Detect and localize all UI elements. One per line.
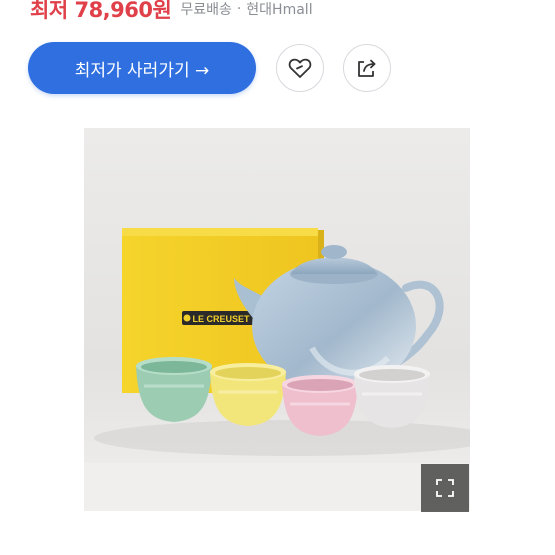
action-row: 최저가 사러가기 → bbox=[28, 42, 391, 94]
lowest-price: 최저 78,960원 bbox=[30, 0, 172, 22]
shipping-info: 무료배송 bbox=[180, 2, 232, 18]
product-photo: LE CREUSET bbox=[84, 128, 470, 511]
seller-name: 현대Hmall bbox=[246, 2, 313, 18]
price-line: 최저 78,960원 무료배송 · 현대Hmall bbox=[30, 0, 313, 24]
share-button[interactable] bbox=[343, 44, 391, 92]
buy-button-label: 최저가 사러가기 → bbox=[74, 60, 210, 81]
expand-icon bbox=[436, 479, 454, 497]
share-icon bbox=[358, 59, 376, 77]
buy-lowest-price-button[interactable]: 최저가 사러가기 → bbox=[28, 42, 256, 94]
expand-image-button[interactable] bbox=[421, 464, 469, 512]
meta-separator: · bbox=[236, 1, 242, 17]
heart-icon bbox=[288, 58, 312, 78]
product-image[interactable]: LE CREUSET bbox=[84, 128, 470, 511]
wishlist-button[interactable] bbox=[276, 44, 324, 92]
box-brand-text: LE CREUSET bbox=[192, 314, 250, 324]
